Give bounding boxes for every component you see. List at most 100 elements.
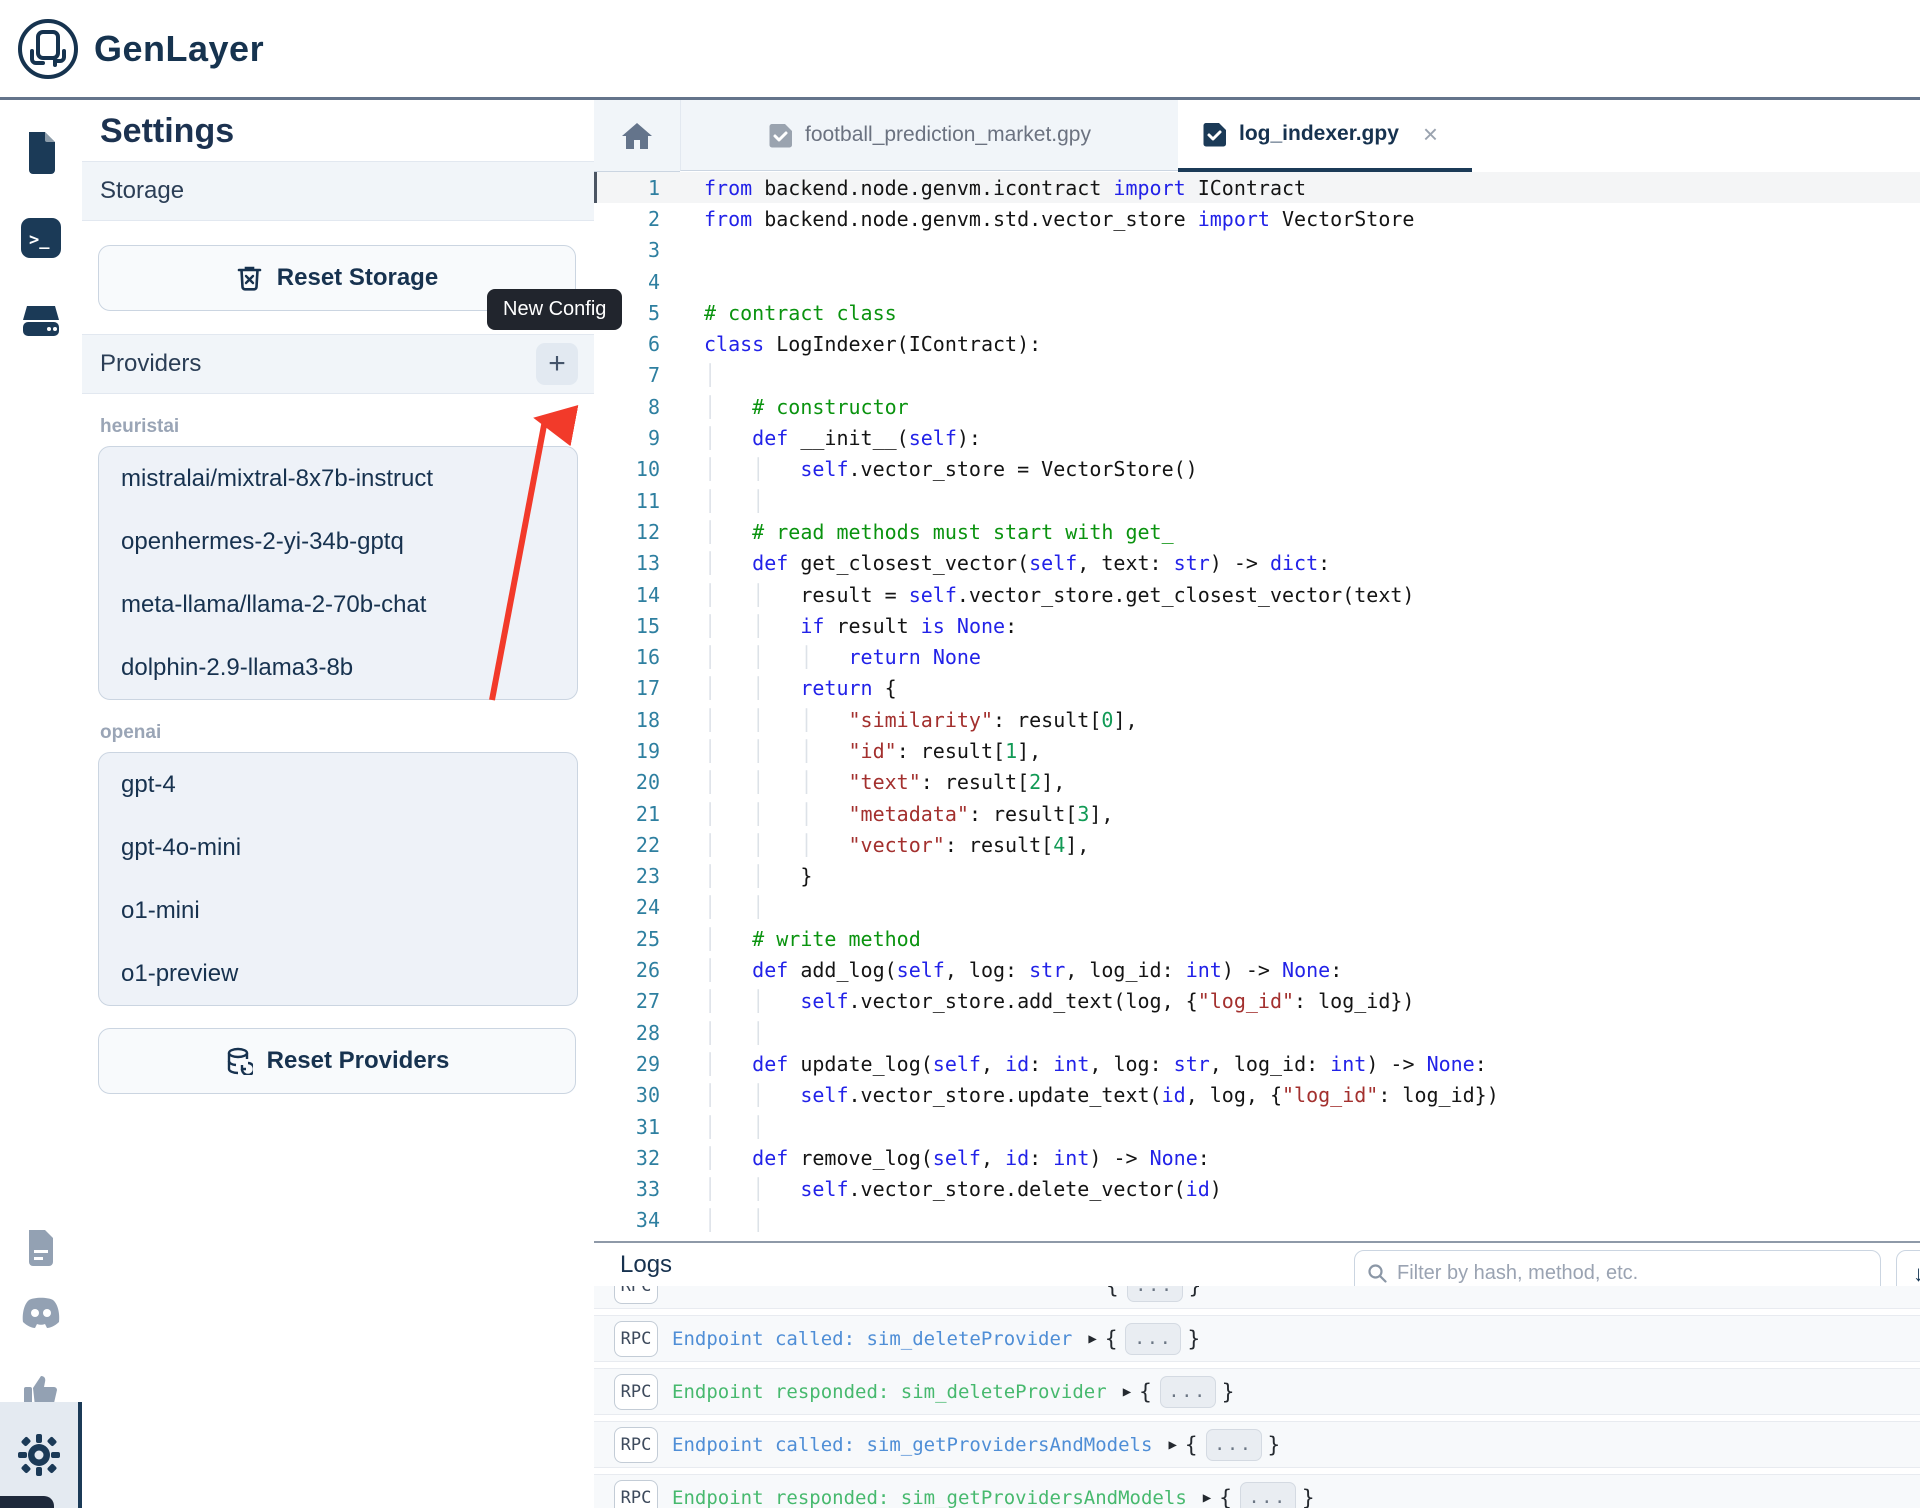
code-line[interactable]: 29│ def update_log(self, id: int, log: s…: [594, 1048, 1920, 1079]
code-line[interactable]: 3: [594, 235, 1920, 266]
provider-model-item[interactable]: gpt-4o-mini: [99, 816, 577, 879]
line-number: 2: [594, 207, 660, 231]
providers-label: Providers: [100, 350, 201, 378]
docs-icon[interactable]: [0, 1228, 82, 1268]
code-line[interactable]: 13│ def get_closest_vector(self, text: s…: [594, 548, 1920, 579]
code-line[interactable]: 31 │ │: [594, 1111, 1920, 1142]
provider-model-item[interactable]: mistralai/mixtral-8x7b-instruct: [99, 447, 577, 510]
line-number: 10: [594, 457, 660, 481]
terminal-icon[interactable]: >_: [0, 216, 82, 260]
tab-log-indexer[interactable]: log_indexer.gpy ×: [1178, 100, 1472, 172]
code-line[interactable]: 14│ │ result = self.vector_store.get_clo…: [594, 579, 1920, 610]
code-line[interactable]: 24│ │: [594, 892, 1920, 923]
app-header: GenLayer: [0, 0, 1920, 100]
code-line[interactable]: 30│ │ self.vector_store.update_text(id, …: [594, 1080, 1920, 1111]
code-line[interactable]: 2from backend.node.genvm.std.vector_stor…: [594, 203, 1920, 234]
file-check-icon-active: [1202, 122, 1227, 147]
discord-icon[interactable]: [0, 1296, 82, 1330]
code-line[interactable]: 5# contract class: [594, 297, 1920, 328]
code-line[interactable]: 26│ def add_log(self, log: str, log_id: …: [594, 954, 1920, 985]
settings-panel: Settings Storage Reset Storage Providers…: [82, 100, 594, 1508]
code-text: │ def __init__(self):: [704, 426, 981, 450]
rpc-badge: RPC: [614, 1427, 658, 1463]
reset-providers-button[interactable]: Reset Providers: [98, 1028, 576, 1094]
expand-arrow-icon[interactable]: ▶: [1088, 1331, 1096, 1347]
code-line[interactable]: 4: [594, 266, 1920, 297]
provider-model-item[interactable]: o1-preview: [99, 942, 577, 1005]
files-icon[interactable]: [0, 130, 82, 174]
settings-active-tile[interactable]: [0, 1402, 82, 1508]
home-tab-button[interactable]: [594, 100, 680, 172]
code-line[interactable]: 21│ │ │ "metadata": result[3],: [594, 798, 1920, 829]
provider-model-item[interactable]: gpt-4: [99, 753, 577, 816]
code-line[interactable]: 34 │ │: [594, 1205, 1920, 1236]
line-number: 20: [594, 770, 660, 794]
code-line[interactable]: 22│ │ │ "vector": result[4],: [594, 829, 1920, 860]
code-text: │ │ │ return None: [704, 645, 981, 669]
collapsed-payload-chip[interactable]: ...: [1125, 1323, 1181, 1355]
code-text: │ │ }: [704, 864, 812, 888]
provider-model-item[interactable]: dolphin-2.9-llama3-8b: [99, 636, 577, 699]
collapsed-payload-chip[interactable]: ...: [1160, 1376, 1216, 1408]
provider-groups: heuristaimistralai/mixtral-8x7b-instruct…: [82, 416, 594, 1006]
line-number: 7: [594, 363, 660, 387]
code-line[interactable]: 19│ │ │ "id": result[1],: [594, 735, 1920, 766]
add-provider-button[interactable]: +: [536, 343, 578, 385]
code-line[interactable]: 8│ # constructor: [594, 391, 1920, 422]
provider-model-item[interactable]: openhermes-2-yi-34b-gptq: [99, 510, 577, 573]
settings-title: Settings: [82, 100, 594, 161]
storage-drive-icon[interactable]: [0, 302, 82, 344]
file-check-icon: [768, 123, 793, 148]
code-line[interactable]: 33│ │ self.vector_store.delete_vector(id…: [594, 1174, 1920, 1205]
code-text: │ │: [704, 1115, 764, 1139]
expand-arrow-icon[interactable]: ▶: [1203, 1490, 1211, 1506]
code-text: │: [704, 363, 716, 387]
code-line[interactable]: 25│ # write method: [594, 923, 1920, 954]
collapsed-payload-chip[interactable]: ...: [1240, 1482, 1296, 1508]
line-number: 29: [594, 1052, 660, 1076]
code-line[interactable]: 28│ │: [594, 1017, 1920, 1048]
code-line[interactable]: 9│ def __init__(self):: [594, 422, 1920, 453]
line-number: 6: [594, 332, 660, 356]
code-line[interactable]: 20 │ │ │ "text": result[2],: [594, 767, 1920, 798]
provider-model-item[interactable]: meta-llama/llama-2-70b-chat: [99, 573, 577, 636]
logs-list: RPC{...}RPCEndpoint called: sim_deletePr…: [594, 1286, 1920, 1508]
code-line[interactable]: 12│ # read methods must start with get_: [594, 516, 1920, 547]
close-tab-icon[interactable]: ×: [1423, 121, 1438, 147]
search-icon: [1367, 1263, 1387, 1283]
collapsed-payload-chip[interactable]: ...: [1127, 1286, 1183, 1302]
code-line[interactable]: 6class LogIndexer(IContract):: [594, 328, 1920, 359]
collapsed-payload-chip[interactable]: ...: [1206, 1429, 1262, 1461]
logs-filter-input[interactable]: [1395, 1261, 1868, 1286]
home-icon: [621, 121, 653, 151]
expand-arrow-icon[interactable]: ▶: [1168, 1437, 1176, 1453]
provider-model-item[interactable]: o1-mini: [99, 879, 577, 942]
line-number: 34: [594, 1208, 660, 1232]
code-editor[interactable]: 1from backend.node.genvm.icontract impor…: [594, 172, 1920, 1241]
code-text: │ │ self.vector_store.add_text(log, {"lo…: [704, 989, 1414, 1013]
code-line[interactable]: 7│: [594, 360, 1920, 391]
tab-football-prediction-market[interactable]: football_prediction_market.gpy: [680, 100, 1178, 171]
line-number: 11: [594, 489, 660, 513]
genlayer-studio: GenLayer >_: [0, 0, 1920, 1508]
code-text: │ │ │ "text": result[2],: [704, 770, 1065, 794]
code-line[interactable]: 15│ │ if result is None:: [594, 610, 1920, 641]
code-line[interactable]: 27│ │ self.vector_store.add_text(log, {"…: [594, 986, 1920, 1017]
code-line[interactable]: 11│ │: [594, 485, 1920, 516]
code-line[interactable]: 23│ │ }: [594, 861, 1920, 892]
code-text: │ │ │ "metadata": result[3],: [704, 802, 1113, 826]
code-line[interactable]: 1from backend.node.genvm.icontract impor…: [594, 172, 1920, 203]
code-line[interactable]: 16│ │ │ return None: [594, 641, 1920, 672]
line-number: 31: [594, 1115, 660, 1139]
code-text: │ │: [704, 1208, 764, 1232]
code-text: │ │ │ "id": result[1],: [704, 739, 1041, 763]
code-line[interactable]: 18│ │ │ "similarity": result[0],: [594, 704, 1920, 735]
code-line[interactable]: 17│ │ return {: [594, 673, 1920, 704]
svg-text:>_: >_: [29, 230, 50, 250]
tab-label: log_indexer.gpy: [1239, 122, 1399, 146]
line-number: 26: [594, 958, 660, 982]
expand-arrow-icon[interactable]: ▶: [1123, 1384, 1131, 1400]
log-message: Endpoint called: sim_deleteProvider: [672, 1328, 1072, 1350]
code-line[interactable]: 32│ def remove_log(self, id: int) -> Non…: [594, 1142, 1920, 1173]
code-line[interactable]: 10│ │ self.vector_store = VectorStore(): [594, 454, 1920, 485]
